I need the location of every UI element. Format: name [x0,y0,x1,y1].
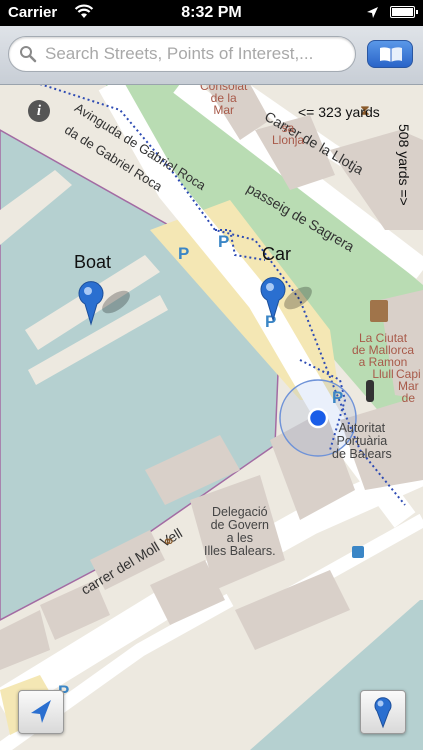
map-view[interactable]: i Avinguda de Gabriel Roca da de Gabriel… [0,84,423,750]
drop-pin-icon [374,697,392,729]
status-bar: Carrier 8:32 PM [0,0,423,26]
poi-capi: Capi Mar de [396,367,421,405]
clock: 8:32 PM [181,4,242,21]
car-pin[interactable] [258,276,312,322]
bus-icon [352,546,364,558]
poi-autoritat-portuaria: Autoritat Portuària de Balears [332,421,392,461]
museum-icon [370,300,388,322]
poi-llonja: sa Llonja [272,121,305,147]
poi-consolat: Consolat de la Mar [200,84,248,117]
bookmarks-icon [380,47,402,62]
traffic-light-icon [366,380,374,402]
distance-horizontal: <= 323 yards [298,104,380,120]
map-base [0,84,423,750]
locate-me-icon [31,700,51,723]
pin-label-car: Car [262,244,292,264]
bookmarks-button[interactable] [367,40,413,68]
pin-label-boat: Boat [74,252,112,272]
location-arrow-icon [366,6,379,24]
parking-icon: P [332,388,344,407]
parking-icon: P [218,232,230,251]
bicycle-icon: ⚭ [162,534,176,551]
search-input[interactable] [45,41,350,67]
battery-icon [390,6,418,18]
poi-delegacio-govern: Delegació de Govern a les Illes Balears. [204,505,276,558]
boat-pin[interactable] [76,280,130,326]
distance-vertical: 508 yards => [396,124,412,206]
locate-me-button[interactable] [18,690,64,734]
search-icon [19,45,37,68]
parking-icon: P [178,244,190,263]
drop-pin-button[interactable] [360,690,406,734]
search-field[interactable] [8,36,356,72]
search-bar [0,26,423,85]
info-icon[interactable]: i [28,100,50,122]
